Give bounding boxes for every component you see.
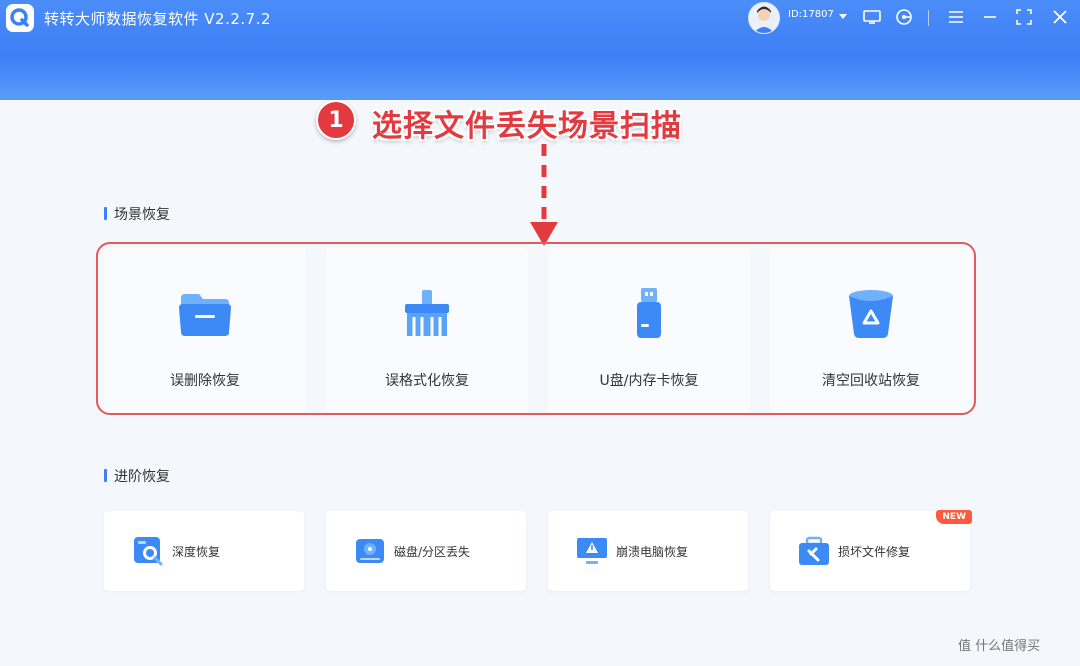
title-bar: 转转大师数据恢复软件 V2.2.7.2 ID:17807 bbox=[0, 0, 1080, 100]
user-id-label[interactable]: ID:17807 bbox=[788, 9, 834, 20]
app-title: 转转大师数据恢复软件 V2.2.7.2 bbox=[44, 10, 272, 28]
disk-icon bbox=[352, 533, 388, 569]
scene-card-usb-recovery[interactable]: U盘/内存卡恢复 bbox=[548, 248, 750, 414]
scene-card-recycle-bin[interactable]: 清空回收站恢复 bbox=[770, 248, 972, 414]
screen-icon[interactable] bbox=[862, 8, 882, 26]
adv-card-crashed-pc[interactable]: 崩溃电脑恢复 bbox=[548, 511, 748, 591]
menu-icon[interactable] bbox=[946, 8, 966, 26]
folder-icon bbox=[175, 284, 235, 344]
scene-section-title: 场景恢复 bbox=[104, 204, 170, 224]
maximize-icon[interactable] bbox=[1014, 8, 1034, 26]
step-number-badge: 1 bbox=[316, 100, 356, 140]
header-divider bbox=[928, 10, 929, 26]
advanced-section-title: 进阶恢复 bbox=[104, 466, 170, 486]
scene-card-accidental-delete[interactable]: 误删除恢复 bbox=[104, 248, 306, 414]
annotation-text: 选择文件丢失场景扫描 bbox=[372, 109, 682, 144]
adv-card-file-repair[interactable]: NEW 损坏文件修复 bbox=[770, 510, 972, 591]
close-icon[interactable] bbox=[1050, 8, 1070, 26]
user-dropdown-chevron-icon[interactable] bbox=[838, 8, 848, 26]
adv-card-label: 磁盘/分区丢失 bbox=[394, 545, 471, 559]
deep-scan-icon bbox=[130, 533, 166, 569]
support-icon[interactable] bbox=[894, 8, 914, 26]
scene-card-accidental-format[interactable]: 误格式化恢复 bbox=[326, 248, 528, 414]
adv-card-label: 损坏文件修复 bbox=[838, 545, 911, 559]
broom-icon bbox=[397, 284, 457, 344]
watermark: 值 什么值得买 bbox=[958, 639, 1041, 654]
new-badge: NEW bbox=[936, 510, 972, 524]
annotation-arrow bbox=[530, 144, 558, 246]
scene-card-label: 误格式化恢复 bbox=[385, 373, 469, 389]
adv-card-label: 崩溃电脑恢复 bbox=[616, 545, 689, 559]
avatar[interactable] bbox=[748, 2, 780, 34]
scene-card-label: U盘/内存卡恢复 bbox=[599, 373, 699, 389]
app-logo-icon bbox=[6, 4, 34, 32]
adv-card-deep-recovery[interactable]: 深度恢复 bbox=[104, 511, 304, 591]
repair-toolbox-icon bbox=[796, 533, 832, 569]
adv-card-disk-partition[interactable]: 磁盘/分区丢失 bbox=[326, 511, 526, 591]
scene-card-label: 误删除恢复 bbox=[170, 373, 240, 389]
scene-card-label: 清空回收站恢复 bbox=[822, 373, 920, 389]
recycle-bin-icon bbox=[841, 284, 901, 344]
adv-card-label: 深度恢复 bbox=[172, 545, 221, 559]
minimize-icon[interactable] bbox=[980, 8, 1000, 26]
crashed-pc-icon bbox=[574, 533, 610, 569]
usb-drive-icon bbox=[619, 284, 679, 344]
